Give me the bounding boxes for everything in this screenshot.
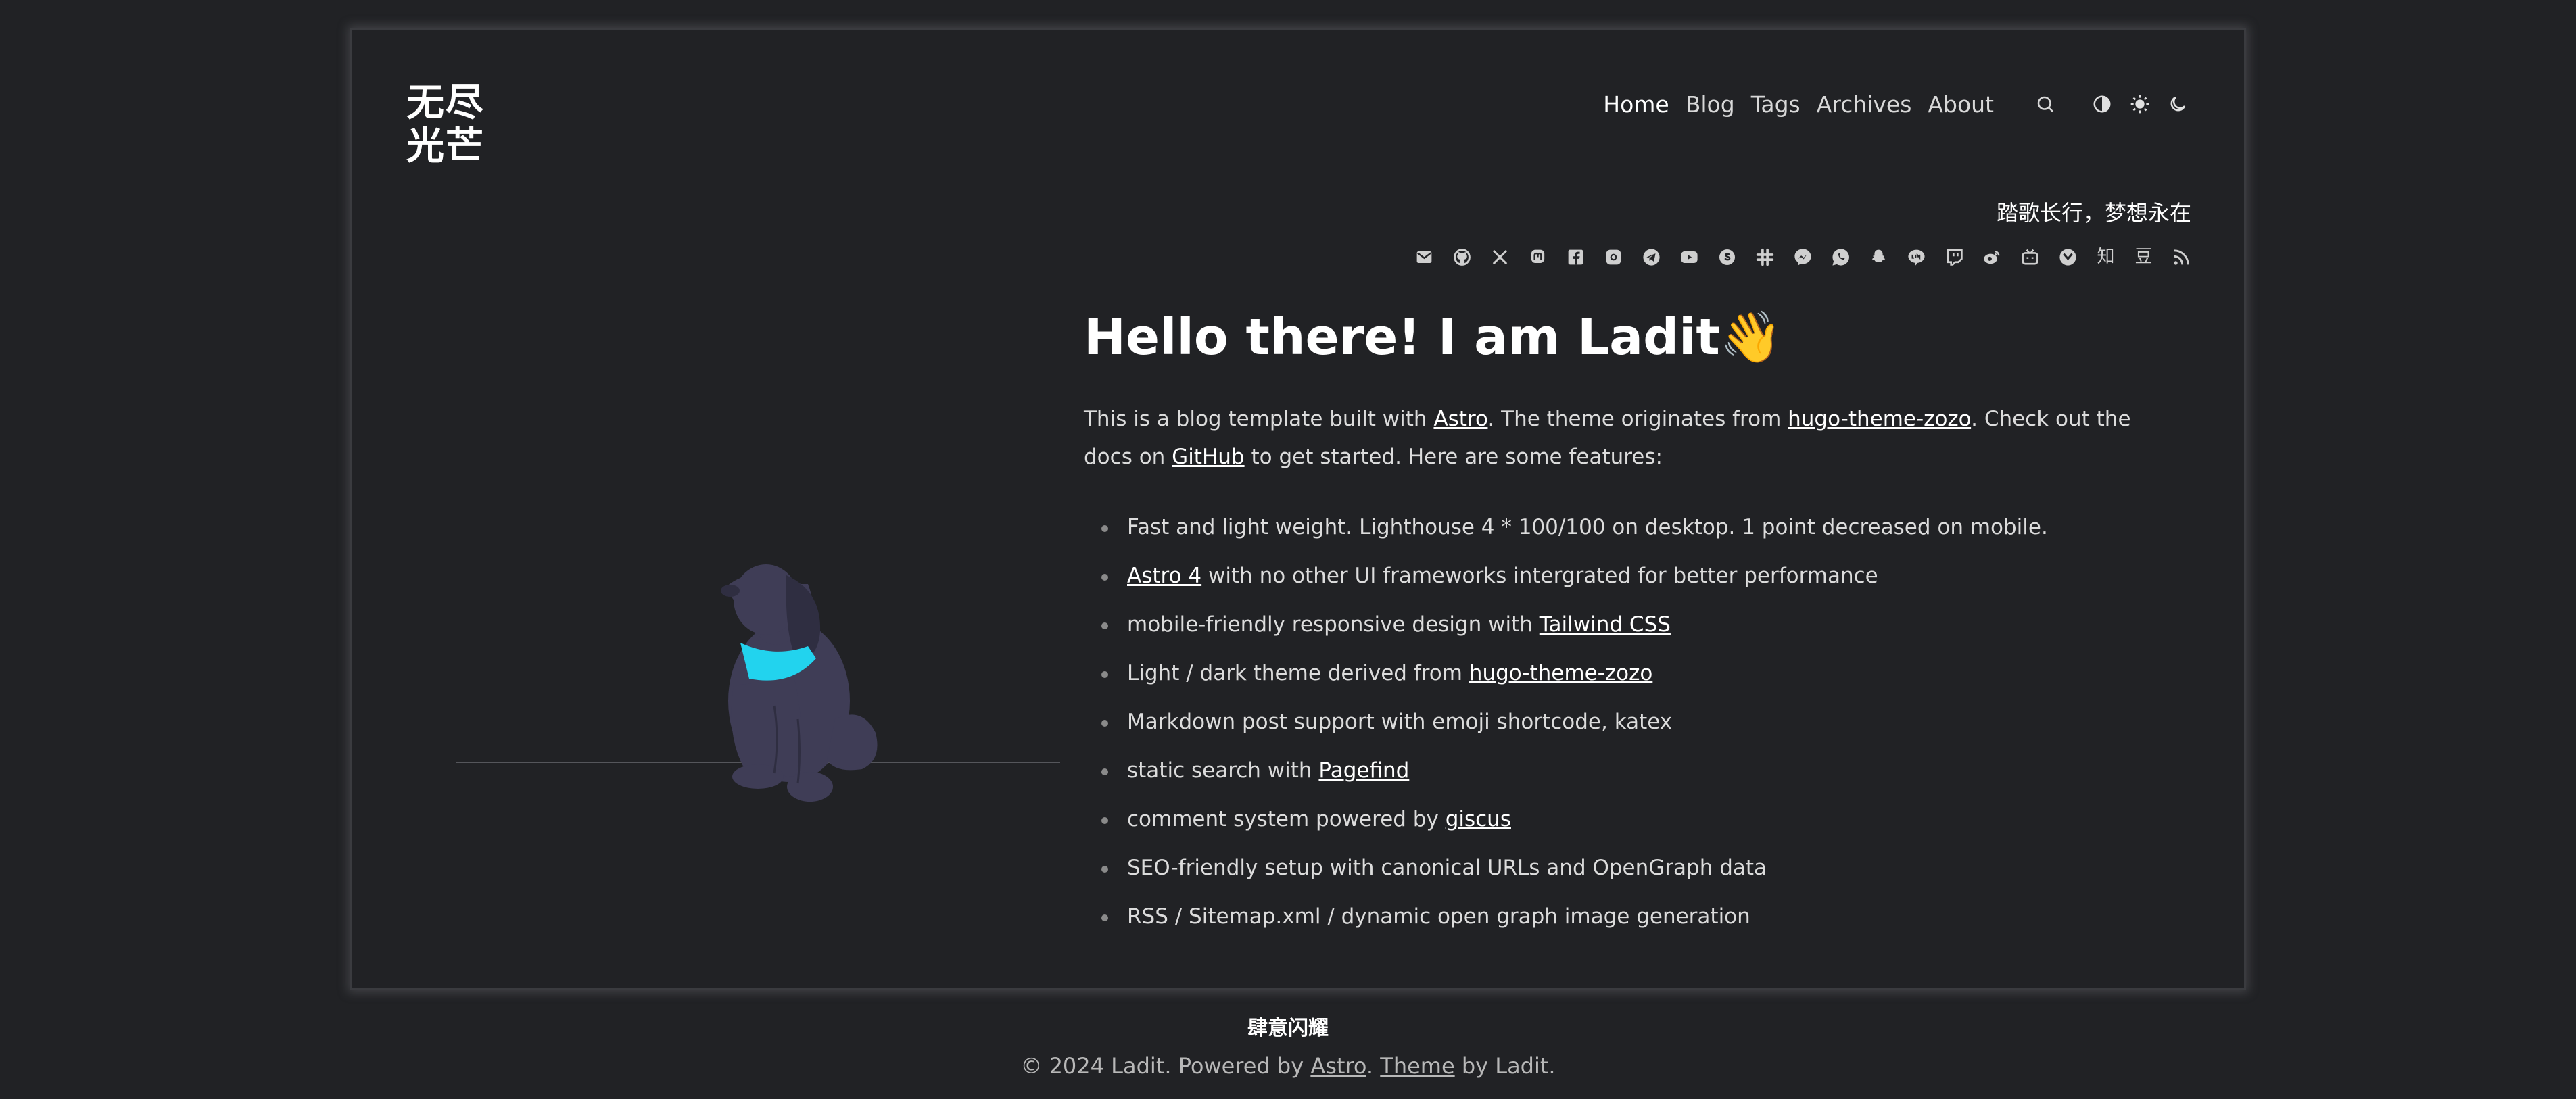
slack-icon[interactable] bbox=[1755, 247, 1775, 267]
social-links: 知豆 bbox=[1414, 243, 2191, 270]
footer-text: . bbox=[1366, 1053, 1381, 1079]
site-logo[interactable]: 无尽 光芒 bbox=[406, 81, 501, 168]
feature-link[interactable]: Pagefind bbox=[1318, 758, 1409, 783]
feature-item: Fast and light weight. Lighthouse 4 * 10… bbox=[1084, 503, 2166, 552]
feature-item: comment system powered by giscus bbox=[1084, 795, 2166, 844]
footer-title: 肆意闪耀 bbox=[1247, 1017, 1329, 1040]
footer-copyright: © 2024 Ladit. Powered by Astro. Theme by… bbox=[0, 1053, 2576, 1079]
douban-icon[interactable]: 豆 bbox=[2134, 247, 2153, 267]
nav-archives[interactable]: Archives bbox=[1817, 91, 1912, 118]
footer-theme-link[interactable]: Theme bbox=[1380, 1053, 1454, 1079]
feature-text: RSS / Sitemap.xml / dynamic open graph i… bbox=[1127, 904, 1750, 929]
feature-link[interactable]: Tailwind CSS bbox=[1540, 612, 1671, 637]
github-link[interactable]: GitHub bbox=[1172, 445, 1244, 469]
feature-link[interactable]: hugo-theme-zozo bbox=[1469, 661, 1653, 685]
nav-about[interactable]: About bbox=[1928, 91, 1994, 118]
contrast-icon[interactable] bbox=[2089, 91, 2116, 118]
logo-line-1: 无尽 bbox=[406, 80, 485, 125]
footer-text: © 2024 Ladit. Powered by bbox=[1020, 1053, 1311, 1079]
feature-text: mobile-friendly responsive design with bbox=[1127, 612, 1540, 637]
github-icon[interactable] bbox=[1452, 247, 1472, 267]
feature-item: RSS / Sitemap.xml / dynamic open graph i… bbox=[1084, 892, 2166, 941]
twitch-icon[interactable] bbox=[1945, 247, 1964, 267]
line-icon[interactable] bbox=[1907, 247, 1926, 267]
moon-icon[interactable] bbox=[2164, 91, 2191, 118]
feature-text: comment system powered by bbox=[1127, 807, 1446, 831]
whatsapp-icon[interactable] bbox=[1831, 247, 1851, 267]
astro-link[interactable]: Astro bbox=[1433, 407, 1487, 431]
footer-astro-link[interactable]: Astro bbox=[1310, 1053, 1366, 1079]
feature-text: with no other UI frameworks intergrated … bbox=[1201, 564, 1878, 588]
top-nav: Home Blog Tags Archives About bbox=[1587, 84, 2191, 124]
feature-text: Light / dark theme derived from bbox=[1127, 661, 1469, 685]
intro-text: This is a blog template built with bbox=[1084, 407, 1434, 431]
wave-emoji-icon: 👋 bbox=[1719, 308, 1782, 366]
messenger-icon[interactable] bbox=[1793, 247, 1813, 267]
zhihu-icon[interactable]: 知 bbox=[2096, 247, 2116, 267]
feature-item: static search with Pagefind bbox=[1084, 746, 2166, 795]
snapchat-icon[interactable] bbox=[1869, 247, 1888, 267]
feature-list: Fast and light weight. Lighthouse 4 * 10… bbox=[1084, 503, 2166, 941]
telegram-icon[interactable] bbox=[1642, 247, 1661, 267]
feature-link[interactable]: giscus bbox=[1446, 807, 1511, 831]
logo-line-2: 光芒 bbox=[406, 124, 485, 168]
main-card: 无尽 光芒 Home Blog Tags Archives About 踏歌长行… bbox=[350, 28, 2246, 990]
weibo-icon[interactable] bbox=[1982, 247, 2002, 267]
hugo-theme-zozo-link[interactable]: hugo-theme-zozo bbox=[1788, 407, 1971, 431]
douban-circle-icon[interactable] bbox=[2058, 247, 2078, 267]
mastodon-icon[interactable] bbox=[1528, 247, 1548, 267]
skype-icon[interactable] bbox=[1717, 247, 1737, 267]
feature-text: Fast and light weight. Lighthouse 4 * 10… bbox=[1127, 515, 2048, 539]
intro-paragraph: This is a blog template built with Astro… bbox=[1084, 400, 2139, 476]
feature-item: SEO-friendly setup with canonical URLs a… bbox=[1084, 844, 2166, 892]
x-icon[interactable] bbox=[1490, 247, 1510, 267]
intro-text: to get started. Here are some features: bbox=[1244, 445, 1663, 469]
nav-tags[interactable]: Tags bbox=[1751, 91, 1800, 118]
feature-item: Light / dark theme derived from hugo-the… bbox=[1084, 649, 2166, 698]
nav-blog[interactable]: Blog bbox=[1686, 91, 1735, 118]
site-motto: 踏歌长行，梦想永在 bbox=[1996, 200, 2191, 226]
footer-text: by Ladit. bbox=[1454, 1053, 1556, 1079]
hero-title: Hello there! I am Ladit👋 bbox=[1084, 300, 2166, 374]
feature-item: mobile-friendly responsive design with T… bbox=[1084, 600, 2166, 649]
instagram-icon[interactable] bbox=[1604, 247, 1623, 267]
intro-text: . The theme originates from bbox=[1487, 407, 1788, 431]
feature-link[interactable]: Astro 4 bbox=[1127, 564, 1201, 588]
email-icon[interactable] bbox=[1414, 247, 1434, 267]
feature-text: Markdown post support with emoji shortco… bbox=[1127, 710, 1673, 734]
bilibili-icon[interactable] bbox=[2020, 247, 2040, 267]
sun-icon[interactable] bbox=[2126, 91, 2153, 118]
feature-item: Markdown post support with emoji shortco… bbox=[1084, 698, 2166, 746]
feature-text: static search with bbox=[1127, 758, 1319, 783]
youtube-icon[interactable] bbox=[1679, 247, 1699, 267]
nav-home[interactable]: Home bbox=[1603, 91, 1669, 118]
dog-illustration bbox=[456, 564, 1060, 802]
facebook-icon[interactable] bbox=[1566, 247, 1585, 267]
intro-section: Hello there! I am Ladit👋 This is a blog … bbox=[1084, 300, 2166, 941]
hero-title-text: Hello there! I am Ladit bbox=[1084, 308, 1720, 366]
rss-icon[interactable] bbox=[2172, 247, 2191, 267]
search-icon[interactable] bbox=[2032, 91, 2059, 118]
feature-item: Astro 4 with no other UI frameworks inte… bbox=[1084, 552, 2166, 600]
feature-text: SEO-friendly setup with canonical URLs a… bbox=[1127, 856, 1767, 880]
